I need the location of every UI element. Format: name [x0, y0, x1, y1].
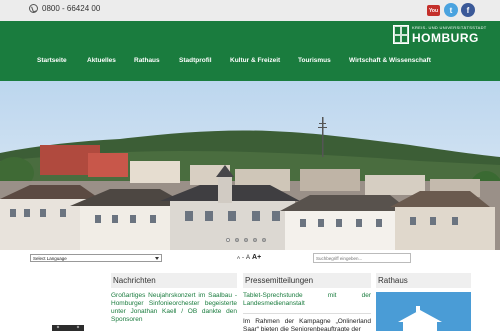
top-utility-bar: 0800 - 66424 00 You t f: [0, 0, 500, 21]
slider-dot[interactable]: [253, 238, 257, 242]
nav-item-rathaus[interactable]: Rathaus: [134, 57, 160, 64]
search-input[interactable]: [313, 253, 411, 263]
main-navigation: Startseite Aktuelles Rathaus Stadtprofil…: [0, 57, 500, 71]
font-size-decrease[interactable]: A: [237, 255, 240, 260]
font-size-controls: A - A A+: [237, 254, 261, 261]
rathaus-column: Rathaus: [376, 273, 471, 288]
press-headline-link[interactable]: Tablet-Sprechstunde mit der Landesmedien…: [243, 292, 371, 308]
site-header: KREIS- UND UNIVERSITÄTSSTADT HOMBURG Sta…: [0, 21, 500, 81]
font-size-normal[interactable]: A: [246, 255, 250, 261]
slider-dot[interactable]: [226, 238, 230, 242]
font-size-increase[interactable]: A+: [252, 254, 261, 261]
site-logo[interactable]: KREIS- UND UNIVERSITÄTSSTADT HOMBURG: [393, 25, 487, 44]
town-hall-illustration: [376, 292, 471, 331]
facebook-icon[interactable]: f: [461, 3, 475, 17]
language-select-value: Select Language: [33, 256, 67, 261]
phone-icon: [29, 4, 38, 13]
nav-item-stadtprofil[interactable]: Stadtprofil: [179, 57, 212, 64]
news-column: Nachrichten Großartiges Neujahrskonzert …: [111, 273, 237, 324]
slider-dot[interactable]: [244, 238, 248, 242]
hero-slider[interactable]: [0, 81, 500, 250]
press-column: Pressemitteilungen Tablet-Sprechstunde m…: [243, 273, 371, 331]
language-select[interactable]: Select Language: [30, 254, 162, 262]
twitter-icon[interactable]: t: [444, 3, 458, 17]
youtube-icon[interactable]: You: [427, 5, 440, 16]
slider-dot[interactable]: [262, 238, 266, 242]
sidebar-thumbnail: [30, 317, 106, 331]
nav-item-wirtschaft-wissenschaft[interactable]: Wirtschaft & Wissenschaft: [349, 57, 431, 64]
news-column-title: Nachrichten: [111, 273, 237, 288]
news-headline-link[interactable]: Großartiges Neujahrskonzert im Saalbau -…: [111, 292, 237, 324]
font-size-separator: -: [242, 255, 245, 261]
hero-city-photo: [0, 81, 500, 250]
slider-dot[interactable]: [235, 238, 239, 242]
chevron-down-icon: [155, 257, 159, 260]
logo-title: HOMBURG: [412, 30, 479, 45]
phone-contact[interactable]: 0800 - 66424 00: [29, 4, 100, 13]
divider: [243, 313, 371, 314]
slider-pagination: [226, 238, 266, 242]
nav-item-aktuelles[interactable]: Aktuelles: [87, 57, 116, 64]
logo-subtitle: KREIS- UND UNIVERSITÄTSSTADT: [412, 24, 487, 30]
phone-number: 0800 - 66424 00: [42, 4, 101, 13]
nav-item-kultur-freizeit[interactable]: Kultur & Freizeit: [230, 57, 280, 64]
coat-of-arms-icon: [393, 25, 409, 44]
press-column-title: Pressemitteilungen: [243, 273, 371, 288]
press-teaser: Im Rahmen der Kampagne „Onlinerland Saar…: [243, 317, 371, 331]
rathaus-column-title: Rathaus: [376, 273, 471, 288]
nav-item-startseite[interactable]: Startseite: [37, 57, 67, 64]
nav-item-tourismus[interactable]: Tourismus: [298, 57, 331, 64]
rathaus-image[interactable]: [376, 292, 471, 331]
